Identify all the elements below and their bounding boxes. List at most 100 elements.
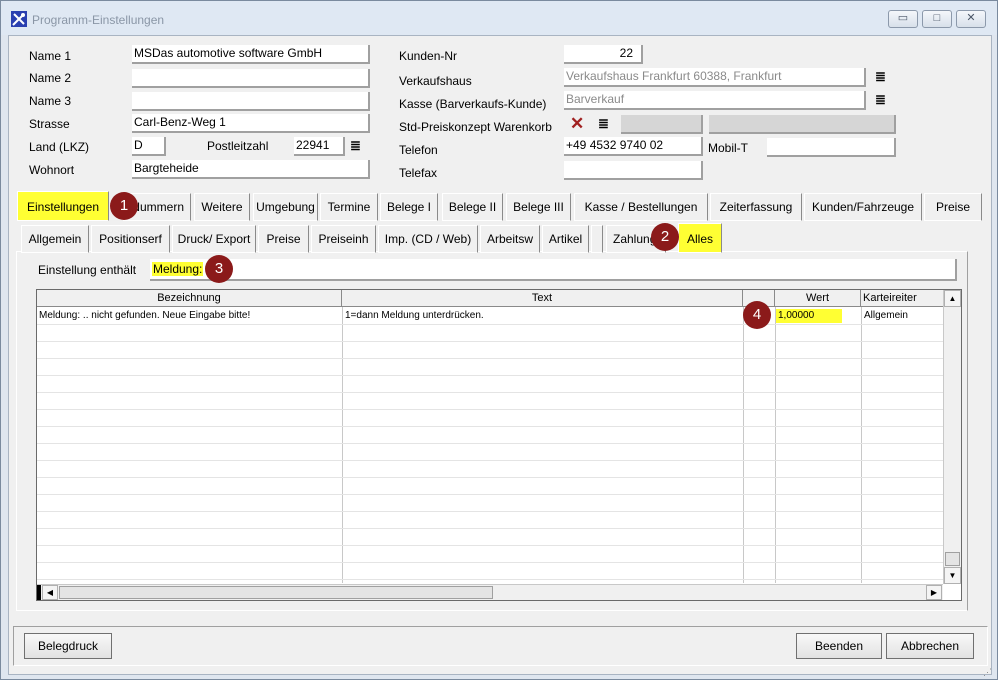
row-divider [37, 460, 943, 461]
tab-belege-1[interactable]: Belege I [380, 193, 438, 221]
cell-text[interactable]: 1=dann Meldung unterdrücken. [345, 310, 740, 321]
sub-tab-bar: Allgemein Positionserf Druck/ Export Pre… [21, 223, 761, 253]
tab-kasse-bestellungen[interactable]: Kasse / Bestellungen [574, 193, 708, 221]
telefon-field[interactable]: +49 4532 9740 02 [564, 137, 703, 156]
plz-list-icon[interactable]: ≣ [350, 139, 361, 152]
cell-bezeichnung[interactable]: Meldung: .. nicht gefunden. Neue Eingabe… [39, 310, 339, 321]
kasse-field[interactable]: Barverkauf [564, 91, 866, 110]
subtab-preise[interactable]: Preise [258, 225, 309, 253]
tab-preise[interactable]: Preise [924, 193, 982, 221]
callout-badge-1: 1 [110, 192, 138, 220]
tab-termine[interactable]: Termine [320, 193, 378, 221]
land-label: Land (LKZ) [29, 140, 90, 154]
vertical-scrollbar[interactable]: ▲ ▼ [943, 290, 961, 584]
subtab-blank[interactable] [591, 225, 603, 253]
vertical-scroll-thumb[interactable] [945, 552, 960, 566]
verkaufshaus-list-icon[interactable]: ≣ [875, 70, 886, 83]
kundennr-label: Kunden-Nr [399, 49, 458, 63]
mobil-field[interactable] [767, 138, 896, 157]
tab-kunden-fahrzeuge[interactable]: Kunden/Fahrzeuge [804, 193, 922, 221]
telefon-label: Telefon [399, 143, 438, 157]
col-header-wert[interactable]: Wert [775, 290, 861, 307]
plz-label: Postleitzahl [207, 139, 269, 153]
tab-einstellungen[interactable]: Einstellungen [17, 191, 109, 221]
tab-zeiterfassung[interactable]: Zeiterfassung [710, 193, 802, 221]
name1-label: Name 1 [29, 49, 72, 63]
subtab-positionserf[interactable]: Positionserf [91, 225, 170, 253]
row-divider [37, 392, 943, 393]
app-icon [11, 11, 27, 27]
filter-label: Einstellung enthält [38, 263, 137, 277]
telefax-label: Telefax [399, 166, 438, 180]
row-divider [37, 358, 943, 359]
col-header-bezeichnung[interactable]: Bezeichnung [37, 290, 342, 307]
tab-belege-2[interactable]: Belege II [442, 193, 503, 221]
maximize-button[interactable]: □ [922, 10, 952, 28]
row-divider [37, 528, 943, 529]
row-indicator [37, 585, 41, 600]
plz-field[interactable]: 22941 [294, 137, 345, 156]
mobil-label: Mobil-T [708, 141, 749, 155]
horizontal-scrollbar[interactable]: ◀ ▶ [37, 584, 943, 600]
land-field[interactable]: D [132, 137, 166, 156]
telefax-field[interactable] [564, 161, 703, 180]
horizontal-scroll-thumb[interactable] [59, 586, 493, 599]
kasse-list-icon[interactable]: ≣ [875, 93, 886, 106]
name3-field[interactable] [132, 92, 370, 111]
name3-label: Name 3 [29, 94, 72, 108]
belegdruck-button[interactable]: Belegdruck [24, 633, 112, 659]
tab-weitere[interactable]: Weitere [194, 193, 250, 221]
callout-badge-2: 2 [651, 223, 679, 251]
row-divider [37, 562, 943, 563]
name1-field[interactable]: MSDas automotive software GmbH [132, 45, 370, 64]
titlebar: Programm-Einstellungen ▭ □ ✕ [1, 1, 997, 35]
subtab-alles[interactable]: Alles [678, 223, 722, 253]
verkaufshaus-field[interactable]: Verkaufshaus Frankfurt 60388, Frankfurt [564, 68, 866, 87]
row-divider [37, 494, 943, 495]
row-divider [37, 579, 943, 580]
window-title: Programm-Einstellungen [32, 13, 165, 27]
beenden-button[interactable]: Beenden [796, 633, 882, 659]
scroll-up-icon[interactable]: ▲ [944, 290, 961, 307]
subtab-artikel[interactable]: Artikel [542, 225, 589, 253]
cell-karteireiter[interactable]: Allgemein [864, 310, 942, 321]
kundennr-field[interactable]: 22 [564, 45, 643, 64]
strasse-label: Strasse [29, 117, 70, 131]
preiskonzept-name-field [709, 115, 896, 134]
row-divider [37, 375, 943, 376]
col-header-karteireiter[interactable]: Karteireiter [861, 290, 945, 307]
subtab-druck-export[interactable]: Druck/ Export [172, 225, 256, 253]
subtab-arbeitsw[interactable]: Arbeitsw [480, 225, 540, 253]
settings-grid[interactable]: Bezeichnung Text Wert Karteireiter Meldu… [36, 289, 962, 601]
resize-grip-icon[interactable]: ⋰ [983, 666, 995, 678]
name2-field[interactable] [132, 69, 370, 88]
wohnort-label: Wohnort [29, 163, 75, 177]
row-divider [37, 426, 943, 427]
minimize-button[interactable]: ▭ [888, 10, 918, 28]
col-divider [775, 307, 776, 583]
close-button[interactable]: ✕ [956, 10, 986, 28]
scroll-right-icon[interactable]: ▶ [926, 585, 942, 600]
scroll-left-icon[interactable]: ◀ [42, 585, 58, 600]
wohnort-field[interactable]: Bargteheide [132, 160, 370, 179]
scroll-down-icon[interactable]: ▼ [944, 567, 961, 584]
subtab-allgemein[interactable]: Allgemein [21, 225, 89, 253]
cell-wert[interactable]: 1,00000 [776, 309, 842, 323]
table-row[interactable]: Meldung: .. nicht gefunden. Neue Eingabe… [37, 308, 943, 324]
clear-preiskonzept-icon[interactable]: ✕ [570, 115, 584, 132]
row-divider [37, 545, 943, 546]
filter-input[interactable]: Meldung: [150, 259, 957, 281]
callout-badge-3: 3 [205, 255, 233, 283]
preiskonzept-list-icon[interactable]: ≣ [598, 117, 609, 130]
tab-belege-3[interactable]: Belege III [506, 193, 571, 221]
row-divider [37, 511, 943, 512]
col-header-text[interactable]: Text [342, 290, 743, 307]
filter-value: Meldung: [152, 262, 204, 276]
tab-umgebung[interactable]: Umgebung [253, 193, 318, 221]
abbrechen-button[interactable]: Abbrechen [886, 633, 974, 659]
subtab-preiseinh[interactable]: Preiseinh [311, 225, 376, 253]
row-divider [37, 341, 943, 342]
strasse-field[interactable]: Carl-Benz-Weg 1 [132, 114, 370, 133]
preiskonzept-label: Std-Preiskonzept Warenkorb [399, 120, 552, 134]
subtab-import[interactable]: Imp. (CD / Web) [378, 225, 478, 253]
